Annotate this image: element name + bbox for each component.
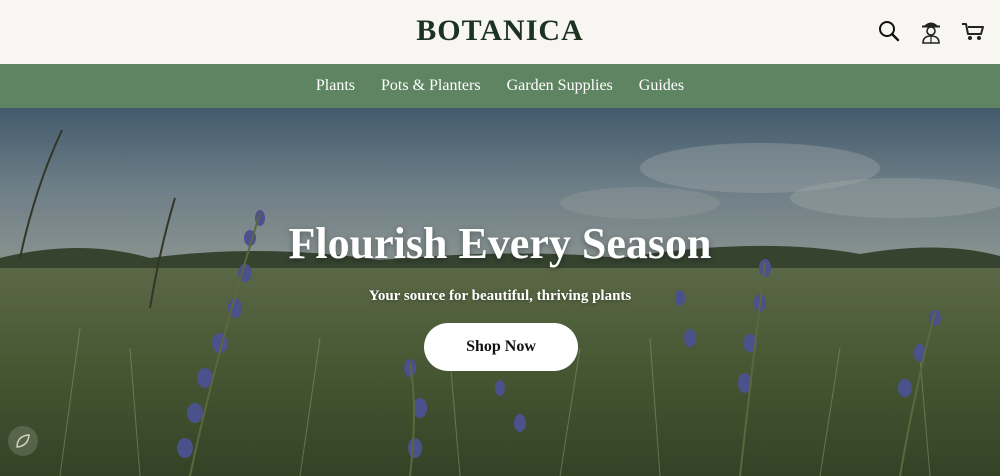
hero-banner: Flourish Every Season Your source for be… bbox=[0, 108, 1000, 476]
search-icon[interactable] bbox=[876, 18, 902, 44]
nav-item-guides[interactable]: Guides bbox=[626, 77, 697, 95]
header-icons bbox=[876, 18, 986, 44]
nav-item-pots-planters[interactable]: Pots & Planters bbox=[368, 77, 494, 95]
nav-item-plants[interactable]: Plants bbox=[303, 77, 368, 95]
brand-name: BOTANICA bbox=[416, 14, 584, 47]
leaf-badge-icon[interactable] bbox=[8, 426, 38, 456]
cart-icon[interactable] bbox=[960, 18, 986, 44]
shop-now-button[interactable]: Shop Now bbox=[424, 323, 578, 371]
brand-logo[interactable]: BOTANICA bbox=[0, 14, 1000, 48]
hero-subtitle: Your source for beautiful, thriving plan… bbox=[368, 288, 632, 304]
site-header: BOTANICA bbox=[0, 0, 1000, 64]
nav-item-garden-supplies[interactable]: Garden Supplies bbox=[494, 77, 626, 95]
main-nav: Plants Pots & Planters Garden Supplies G… bbox=[0, 64, 1000, 108]
hero-title: Flourish Every Season bbox=[288, 219, 712, 268]
account-icon[interactable] bbox=[918, 18, 944, 44]
